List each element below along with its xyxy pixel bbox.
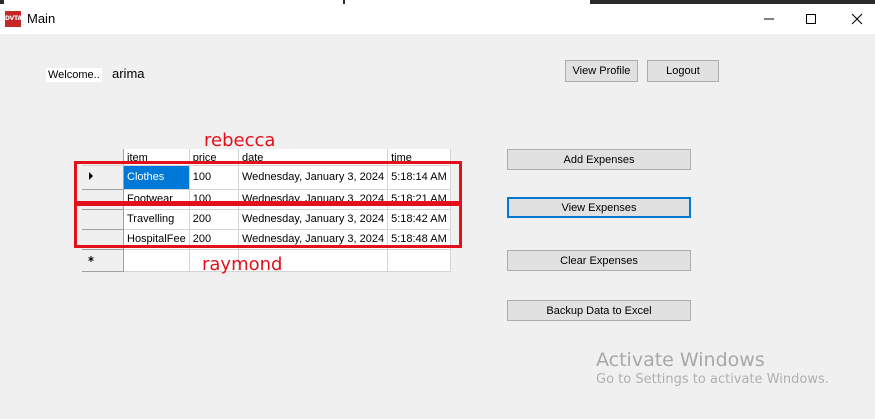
new-row-asterisk-icon <box>88 255 94 262</box>
close-icon <box>851 13 863 25</box>
logout-button[interactable]: Logout <box>647 60 719 82</box>
activate-windows-title: Activate Windows <box>596 349 765 371</box>
annotation-box-top <box>74 161 462 204</box>
title-bar[interactable]: DVTA Main <box>0 4 875 34</box>
add-expenses-button[interactable]: Add Expenses <box>507 149 691 170</box>
view-expenses-button[interactable]: View Expenses <box>507 197 691 218</box>
maximize-icon <box>806 14 816 24</box>
view-profile-button[interactable]: View Profile <box>565 60 638 82</box>
row-header[interactable] <box>82 249 124 272</box>
app-icon: DVTA <box>5 11 22 27</box>
minimize-button[interactable] <box>746 4 792 34</box>
username-label: arima <box>112 66 145 81</box>
cell-time[interactable] <box>387 249 451 272</box>
cell-item[interactable] <box>123 249 190 272</box>
maximize-button[interactable] <box>788 4 834 34</box>
close-button[interactable] <box>834 4 875 34</box>
welcome-label: Welcome.. <box>46 68 102 82</box>
activate-windows-subtitle: Go to Settings to activate Windows. <box>596 372 829 387</box>
backup-data-button[interactable]: Backup Data to Excel <box>507 300 691 321</box>
clear-expenses-button[interactable]: Clear Expenses <box>507 250 691 271</box>
minimize-icon <box>764 18 774 20</box>
annotation-label-bottom: raymond <box>202 254 283 275</box>
annotation-box-bottom <box>74 203 462 248</box>
window-title: Main <box>27 11 56 26</box>
annotation-label-top: rebecca <box>204 130 276 151</box>
